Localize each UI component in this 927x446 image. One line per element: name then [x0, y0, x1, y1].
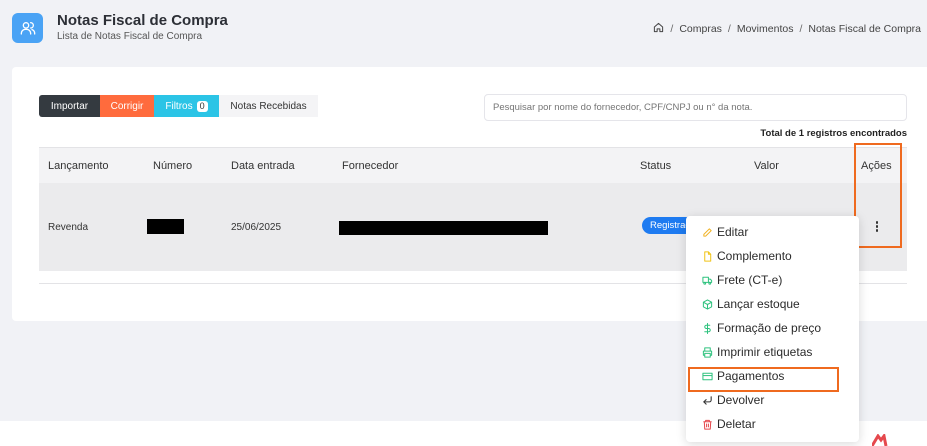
toolbar: Importar Corrigir Filtros 0 Notas Recebi… [39, 95, 318, 117]
notas-recebidas-button[interactable]: Notas Recebidas [219, 95, 318, 117]
breadcrumb-compras[interactable]: Compras [679, 23, 722, 35]
menu-item-imprimir-etiquetas[interactable]: Imprimir etiquetas [702, 342, 812, 362]
printer-icon [702, 346, 713, 358]
page-header: Notas Fiscal de Compra Lista de Notas Fi… [0, 0, 927, 62]
column-lancamento: Lançamento [48, 160, 109, 172]
page-title: Notas Fiscal de Compra [57, 12, 228, 29]
filtros-label: Filtros [165, 100, 193, 112]
return-arrow-icon [702, 395, 713, 406]
home-icon[interactable] [653, 22, 664, 36]
column-status: Status [640, 160, 672, 172]
column-valor: Valor [754, 160, 779, 172]
pencil-icon [702, 227, 713, 238]
corrigir-button[interactable]: Corrigir [100, 95, 154, 117]
importar-button[interactable]: Importar [39, 95, 100, 117]
column-fornecedor: Fornecedor [342, 160, 399, 172]
menu-item-devolver[interactable]: Devolver [702, 390, 764, 410]
menu-item-frete[interactable]: Frete (CT-e) [702, 270, 782, 290]
menu-item-formacao-preco[interactable]: Formação de preço [702, 318, 821, 338]
redacted-fornecedor [339, 221, 548, 235]
actions-dropdown: Editar Complemento Frete (CT-e) Lançar e… [686, 216, 859, 442]
highlight-acoes-box [854, 143, 902, 248]
total-records-text: Total de 1 registros encontrados [760, 128, 907, 139]
breadcrumb: / Compras / Movimentos / Notas Fiscal de… [653, 22, 921, 36]
menu-item-deletar[interactable]: Deletar [702, 414, 756, 434]
page-subtitle: Lista de Notas Fiscal de Compra [57, 31, 203, 42]
breadcrumb-movimentos[interactable]: Movimentos [737, 23, 794, 35]
filtros-button[interactable]: Filtros 0 [154, 95, 219, 117]
search-input[interactable] [484, 94, 907, 121]
filtros-count-badge: 0 [196, 100, 208, 112]
highlight-pagamentos-box [688, 367, 839, 392]
column-data-entrada: Data entrada [231, 160, 295, 172]
brand-logo-icon [872, 434, 888, 446]
file-icon [702, 250, 713, 262]
redacted-numero [147, 219, 184, 234]
menu-item-lancar-estoque[interactable]: Lançar estoque [702, 294, 800, 314]
trash-icon [702, 419, 713, 430]
table-header: Lançamento Número Data entrada Fornecedo… [39, 147, 907, 183]
cell-data-entrada: 25/06/2025 [231, 222, 282, 233]
users-icon [12, 13, 43, 43]
menu-item-complemento[interactable]: Complemento [702, 246, 792, 266]
truck-icon [702, 275, 713, 286]
dollar-icon [702, 322, 713, 334]
column-numero: Número [153, 160, 193, 172]
breadcrumb-current: Notas Fiscal de Compra [808, 23, 921, 35]
menu-item-editar[interactable]: Editar [702, 222, 748, 242]
cell-lancamento: Revenda [48, 222, 89, 233]
box-icon [702, 298, 713, 310]
